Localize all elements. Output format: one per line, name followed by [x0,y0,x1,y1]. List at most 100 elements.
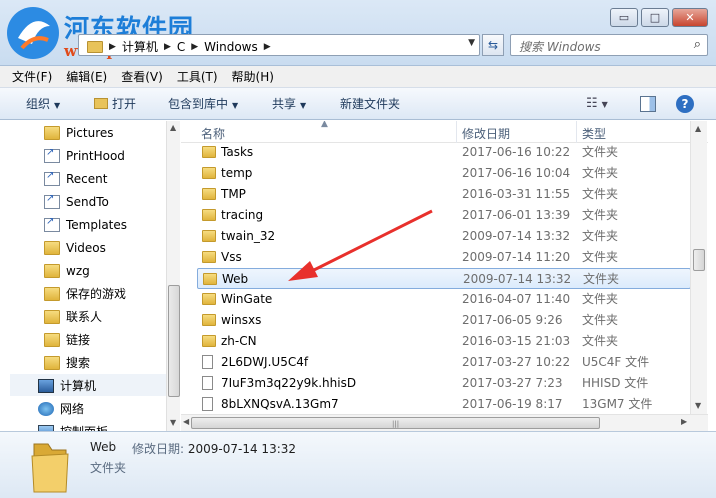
breadcrumb-separator-icon[interactable]: ▶ [264,42,271,52]
column-divider[interactable] [456,121,457,143]
column-header-modified[interactable]: 修改日期 [462,125,510,142]
file-name: zh-CN [221,334,257,348]
sidebar-item-控制面板[interactable]: 控制面板 [38,421,108,431]
navigation-pane: Pictures PrintHood Recent SendTo Templates Vi… [0,121,180,431]
scroll-left-icon[interactable]: ◀ [183,417,189,426]
navigation-scrollbar[interactable]: ▲ ▼ [166,121,180,431]
table-row[interactable]: winsxs 2017-06-05 9:26 文件夹 [197,310,691,331]
folder-icon [202,335,216,347]
file-list-vertical-scrollbar[interactable]: ▲ ▼ [690,121,707,414]
sidebar-item-pictures[interactable]: Pictures [44,122,114,143]
file-list: ▲ 名称 修改日期 类型 Tasks 2017-06-16 10:22 文件夹 tem… [181,121,708,431]
new-folder-button[interactable]: 新建文件夹 [340,95,400,113]
menu-help[interactable]: 帮助(H) [232,68,274,85]
folder-icon [44,263,60,278]
details-modified-label: 修改日期: [132,442,185,456]
folder-icon [44,125,60,140]
table-row[interactable]: tracing 2017-06-01 13:39 文件夹 [197,205,691,226]
table-row[interactable]: TMP 2016-03-31 11:55 文件夹 [197,184,691,205]
table-row[interactable]: Web 2009-07-14 13:32 文件夹 [197,268,691,289]
breadcrumb-separator-icon[interactable]: ▶ [164,42,171,52]
share-button[interactable]: 共享 ▼ [272,95,306,113]
menu-file[interactable]: 文件(F) [12,68,52,85]
file-type: 文件夹 [582,250,619,264]
folder-icon [202,188,216,200]
file-icon [202,376,213,390]
file-type: 文件夹 [583,272,620,286]
sidebar-item-wzg[interactable]: wzg [44,260,90,281]
sidebar-item-label: wzg [66,263,90,278]
scroll-up-icon[interactable]: ▲ [170,123,176,132]
table-row[interactable]: twain_32 2009-07-14 13:32 文件夹 [197,226,691,247]
sidebar-item-label: 保存的游戏 [66,287,127,301]
sidebar-item-templates[interactable]: Templates [44,214,127,235]
menu-tools[interactable]: 工具(T) [177,68,218,85]
scroll-right-icon[interactable]: ▶ [681,417,687,426]
column-divider[interactable] [576,121,577,143]
sidebar-item-label: Templates [66,217,128,232]
sidebar-item-计算机[interactable]: 计算机 [38,375,96,396]
table-row[interactable]: Vss 2009-07-14 11:20 文件夹 [197,247,691,268]
file-modified-date: 2009-07-14 13:32 [462,229,571,243]
organize-button[interactable]: 组织 ▼ [26,95,60,113]
minimize-button[interactable]: ▭ [610,8,638,27]
scroll-down-icon[interactable]: ▼ [695,401,701,410]
sidebar-item-链接[interactable]: 链接 [44,329,90,350]
folder-icon [202,314,216,326]
breadcrumb-separator-icon[interactable]: ▶ [191,42,198,52]
breadcrumb-windows[interactable]: Windows [204,40,258,54]
breadcrumb-c-drive[interactable]: C [177,40,185,54]
refresh-button[interactable]: ⇆ [482,34,504,56]
file-modified-date: 2016-04-07 11:40 [462,292,571,306]
window-title-bar: 河东软件园 www.pc0359.cn ▭ □ ✕ ◀ ▶ 计算机 ▶ C ▶ … [0,0,716,66]
menu-view[interactable]: 查看(V) [121,68,163,85]
address-bar[interactable]: ▶ 计算机 ▶ C ▶ Windows ▶ ▼ [78,34,480,56]
scroll-up-icon[interactable]: ▲ [695,124,701,133]
file-modified-date: 2017-06-05 9:26 [462,313,563,327]
table-row[interactable]: 7IuF3m3q22y9k.hhisD 2017-03-27 7:23 HHISD … [197,373,691,394]
close-button[interactable]: ✕ [672,8,708,27]
table-row[interactable]: zh-CN 2016-03-15 21:03 文件夹 [197,331,691,352]
maximize-button[interactable]: □ [641,8,669,27]
sidebar-item-网络[interactable]: 网络 [38,398,84,419]
sidebar-item-搜索[interactable]: 搜索 [44,352,90,373]
menu-edit[interactable]: 编辑(E) [66,68,107,85]
include-in-library-button[interactable]: 包含到库中 ▼ [168,95,238,113]
table-row[interactable]: 8bLXNQsvA.13Gm7 2017-06-19 8:17 13GM7 文件 [197,394,691,415]
navigation-scroll-thumb[interactable] [168,285,180,397]
file-name: Tasks [221,145,254,159]
scroll-down-icon[interactable]: ▼ [170,418,176,427]
search-icon[interactable]: ⌕ [694,37,701,52]
sidebar-item-sendto[interactable]: SendTo [44,191,109,212]
open-button[interactable]: 打开 [94,95,136,113]
search-input[interactable]: 搜索 Windows ⌕ [510,34,708,56]
preview-pane-icon[interactable] [640,96,656,112]
file-list-scroll-thumb[interactable] [693,249,705,271]
breadcrumb-computer[interactable]: 计算机 [122,38,158,55]
breadcrumb-separator-icon[interactable]: ▶ [109,42,116,52]
sidebar-item-printhood[interactable]: PrintHood [44,145,125,166]
sort-ascending-icon: ▲ [321,121,328,129]
file-list-horizontal-scrollbar[interactable]: ◀ ||| ▶ [181,414,708,431]
table-row[interactable]: temp 2017-06-16 10:04 文件夹 [197,163,691,184]
sidebar-item-videos[interactable]: Videos [44,237,106,258]
address-history-dropdown-icon[interactable]: ▼ [468,38,475,48]
column-header-name[interactable]: 名称 [201,125,225,142]
sidebar-item-label: 搜索 [66,356,91,370]
file-name: 8bLXNQsvA.13Gm7 [221,397,339,411]
file-list-hscroll-thumb[interactable]: ||| [191,417,600,429]
table-row[interactable]: Tasks 2017-06-16 10:22 文件夹 [197,142,691,163]
file-icon [202,397,213,411]
chevron-down-icon: ▼ [300,101,307,110]
view-options-icon[interactable]: ☷ ▼ [586,95,608,113]
column-header-type[interactable]: 类型 [582,125,606,142]
sidebar-item-recent[interactable]: Recent [44,168,107,189]
chevron-down-icon: ▼ [232,101,239,110]
table-row[interactable]: 2L6DWJ.U5C4f 2017-03-27 10:22 U5C4F 文件 [197,352,691,373]
sidebar-item-保存的游戏[interactable]: 保存的游戏 [44,283,126,304]
file-modified-date: 2017-06-16 10:22 [462,145,571,159]
sidebar-item-联系人[interactable]: 联系人 [44,306,102,327]
help-icon[interactable]: ? [676,95,694,113]
table-row[interactable]: WinGate 2016-04-07 11:40 文件夹 [197,289,691,310]
sidebar-item-label: Recent [66,171,108,186]
